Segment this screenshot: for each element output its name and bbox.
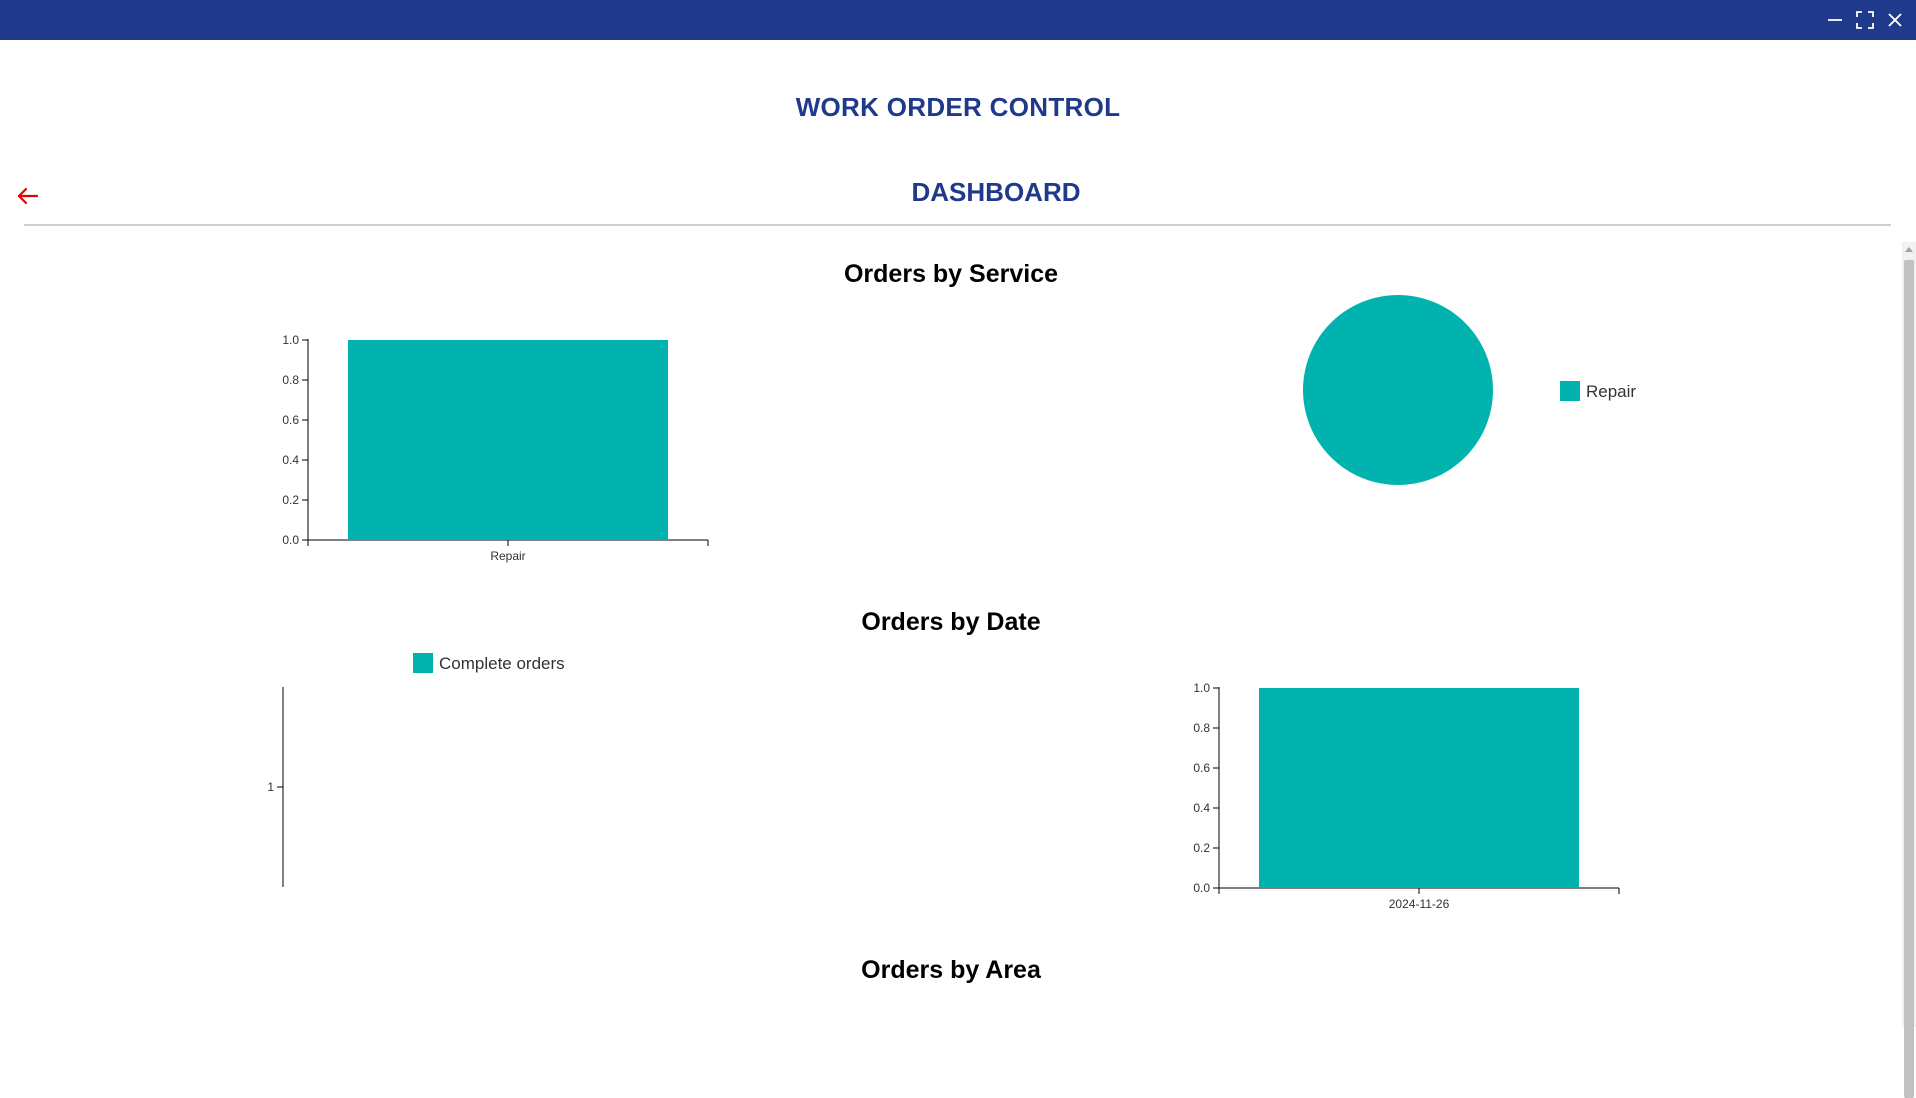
section-title-orders-by-area: Orders by Area <box>861 956 1041 984</box>
y-tick-label: 0.4 <box>282 453 299 467</box>
page-title: DASHBOARD <box>911 177 1081 207</box>
y-tick-label: 0.2 <box>1193 841 1210 855</box>
x-tick-label: 2024-11-26 <box>1389 897 1450 911</box>
legend-label: Complete orders <box>439 654 565 673</box>
y-tick-label: 0.6 <box>1193 761 1210 775</box>
minimize-icon[interactable] <box>1821 6 1849 34</box>
y-tick-label: 1.0 <box>282 333 299 347</box>
orders-by-date-line-chart: Complete orders 1 <box>267 653 565 887</box>
window-titlebar <box>0 0 1916 40</box>
close-icon[interactable] <box>1881 6 1909 34</box>
legend-label: Repair <box>1586 382 1636 401</box>
y-tick-label: 1.0 <box>1193 681 1210 695</box>
section-title-orders-by-date: Orders by Date <box>861 608 1041 636</box>
bar <box>1259 688 1579 888</box>
y-tick-label: 0.8 <box>1193 721 1210 735</box>
x-tick-label: Repair <box>490 549 525 563</box>
vertical-scrollbar[interactable] <box>1902 242 1916 1098</box>
y-tick-label: 0.8 <box>282 373 299 387</box>
legend-swatch <box>1560 381 1580 401</box>
scroll-up-icon[interactable] <box>1902 242 1916 256</box>
y-tick-label: 0.2 <box>282 493 299 507</box>
header-divider <box>24 224 1891 226</box>
y-tick-label: 0.6 <box>282 413 299 427</box>
pie-slice <box>1303 295 1493 485</box>
y-tick-label: 0.0 <box>1193 881 1210 895</box>
y-tick-label: 1 <box>267 780 274 794</box>
orders-by-service-bar-chart: 0.0 0.2 0.4 0.6 0.8 1.0 Repair <box>282 333 709 563</box>
y-tick-label: 0.0 <box>282 533 299 547</box>
scrollbar-thumb[interactable] <box>1904 260 1914 1098</box>
app-title: WORK ORDER CONTROL <box>795 92 1121 122</box>
maximize-icon[interactable] <box>1851 6 1879 34</box>
orders-by-date-bar-chart: 0.0 0.2 0.4 0.6 0.8 1.0 2024-11-26 <box>1193 681 1620 911</box>
bar <box>348 340 668 540</box>
legend-swatch <box>413 653 433 673</box>
y-tick-label: 0.4 <box>1193 801 1210 815</box>
orders-by-service-pie-chart: Repair <box>1303 295 1636 485</box>
